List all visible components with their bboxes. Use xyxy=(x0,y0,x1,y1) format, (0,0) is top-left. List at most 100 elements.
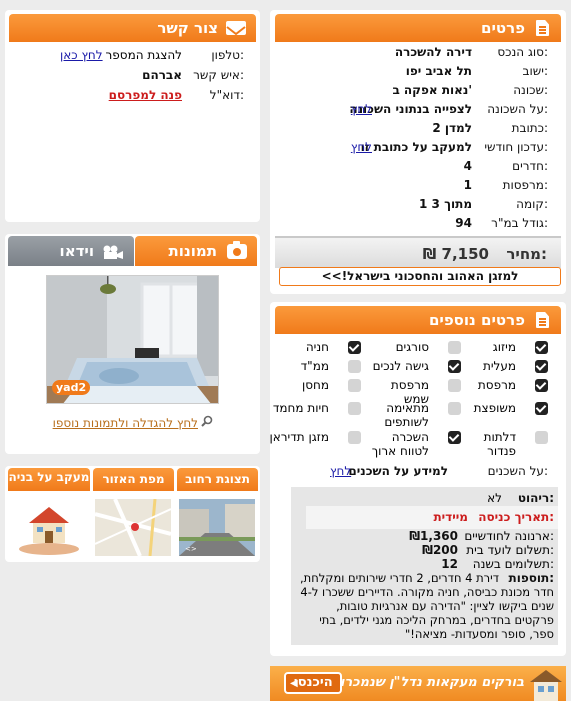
construction-tracking-thumbnail[interactable] xyxy=(11,499,87,556)
feature-checkbox[interactable] xyxy=(535,431,548,444)
furniture-label: ריהוט: xyxy=(517,491,554,505)
tenants-label: על השכנים: xyxy=(487,464,548,478)
entry-date-value: מיידית xyxy=(433,510,468,524)
photo-thumbnail[interactable]: yad2 xyxy=(46,275,219,404)
detail-label: שכונה: xyxy=(513,83,548,97)
detail-link[interactable]: לחץ xyxy=(351,102,372,116)
furniture-value: לא xyxy=(487,491,502,505)
detail-label: גודל במ"ר: xyxy=(491,216,548,230)
detail-value: 1 xyxy=(463,178,472,192)
more-details-title: פרטים נוספים xyxy=(428,311,525,329)
promo-link[interactable]: למזגן האהוב והחסכוני בישראל!>> xyxy=(279,267,561,286)
detail-label: סוג הנכס: xyxy=(497,45,548,59)
tab-photos-label[interactable]: תמונות xyxy=(169,242,217,260)
email-label: דוא"ל: xyxy=(209,88,244,102)
feature-label: חניה xyxy=(305,340,329,354)
tab-street-view[interactable]: תצוגת רחוב xyxy=(177,468,258,491)
feature-label: חיות מחמד xyxy=(272,401,329,415)
chevron-left-icon: ◀ xyxy=(290,678,298,689)
feature-checkbox[interactable] xyxy=(535,360,548,373)
tab-video-label[interactable]: וידאו xyxy=(60,242,94,260)
payments-label: תשלומים בשנה: xyxy=(472,557,554,571)
camera-icon xyxy=(227,241,247,259)
feature-checkbox[interactable] xyxy=(448,431,461,444)
feature-checkbox[interactable] xyxy=(348,341,361,354)
tab-video[interactable]: וידאו xyxy=(8,236,134,266)
detail-value: נאות אפקה ב' xyxy=(392,83,472,97)
feature-checkbox[interactable] xyxy=(348,431,361,444)
detail-value: 1 מתוך 3 xyxy=(419,197,472,211)
detail-label: ישוב: xyxy=(522,64,548,78)
tab-area-map[interactable]: מפת האזור xyxy=(93,468,174,491)
arnona-label: ארנונה לחודשיים: xyxy=(464,529,554,543)
promo-link-text[interactable]: למזגן האהוב והחסכוני בישראל!>> xyxy=(322,268,519,285)
detail-label: על השכונה: xyxy=(487,102,548,116)
detail-value: 4 xyxy=(463,159,472,173)
feature-checkbox[interactable] xyxy=(448,341,461,354)
detail-label: כתובת: xyxy=(511,121,548,135)
feature-checkbox[interactable] xyxy=(348,379,361,392)
tenants-link[interactable]: לחץ xyxy=(330,464,351,478)
extra-info-box: ריהוט: לא תאריך כניסה: מיידית ארנונה לחו… xyxy=(291,487,558,645)
payments-value: 12 xyxy=(441,557,458,571)
entry-date-label: תאריך כניסה: xyxy=(478,510,554,524)
house-icon xyxy=(528,668,564,701)
phone-text: להצגת המספר xyxy=(105,48,182,62)
price-label: מחיר: xyxy=(506,245,547,263)
tab-photos[interactable]: תמונות xyxy=(135,236,257,266)
detail-value: תל אביב יפו xyxy=(405,64,472,78)
details-panel: פרטים סוג הנכס: דירה להשכרה ישוב: תל אביב י… xyxy=(270,10,566,294)
feature-label: מתאימה לשותפים xyxy=(384,401,429,429)
contact-panel: צור קשר טלפון: להצגת המספר לחץ כאן איש ק… xyxy=(5,10,260,222)
feature-checkbox[interactable] xyxy=(535,341,548,354)
media-panel: תמונות וידאו yad2 לחץ להגדלה ולתמונות נו… xyxy=(5,234,260,454)
arnona-value: ₪1,360 xyxy=(409,529,458,543)
promo-banner[interactable]: בורקים מעקאות נדל"ן שנמכרו בשכונה היכנסו… xyxy=(270,666,566,701)
street-view-thumbnail[interactable]: <> xyxy=(179,499,255,556)
feature-label: ממ"ד xyxy=(300,359,329,373)
feature-checkbox[interactable] xyxy=(535,402,548,415)
feature-label: סורגים xyxy=(395,340,429,354)
contact-title: צור קשר xyxy=(157,19,218,37)
tab-area-map-label[interactable]: מפת האזור xyxy=(102,472,164,486)
feature-checkbox[interactable] xyxy=(448,379,461,392)
phone-label: טלפון: xyxy=(211,48,244,62)
svg-text:<>: <> xyxy=(185,545,197,553)
banner-enter-label[interactable]: היכנסו xyxy=(293,675,332,690)
phone-reveal-link[interactable]: לחץ כאן xyxy=(60,48,103,62)
contact-header: צור קשר xyxy=(9,14,256,42)
enlarge-photos-link[interactable]: לחץ להגדלה ולתמונות נוספו xyxy=(53,416,198,430)
email-contact-link[interactable]: פנה למפרסם xyxy=(109,88,182,102)
detail-value: 94 xyxy=(455,216,472,230)
details-header: פרטים xyxy=(275,14,561,42)
more-details-panel: פרטים נוספים מיזוג סורגים חניה מעלית גישה לנ… xyxy=(269,302,566,656)
detail-value: דירה להשכרה xyxy=(394,45,472,59)
feature-label: השכרה לטווח ארוך xyxy=(371,430,429,458)
tab-street-view-label[interactable]: תצוגת רחוב xyxy=(185,472,250,486)
area-map-thumbnail[interactable] xyxy=(95,499,171,556)
feature-label: דלתות פנדור xyxy=(483,430,516,458)
detail-link[interactable]: לחץ xyxy=(351,140,372,154)
feature-checkbox[interactable] xyxy=(448,360,461,373)
detail-label: קומה: xyxy=(516,197,548,211)
feature-checkbox[interactable] xyxy=(348,360,361,373)
envelope-icon xyxy=(226,21,246,36)
video-camera-icon xyxy=(102,245,124,259)
detail-value: למדן 2 xyxy=(432,121,472,135)
document-icon xyxy=(536,312,549,328)
magnifier-icon[interactable] xyxy=(201,415,213,427)
document-icon xyxy=(536,20,549,36)
feature-label: מחסן xyxy=(301,378,329,392)
tab-construction-tracking[interactable]: מעקב על בניה xyxy=(8,468,90,491)
feature-label: משופצת xyxy=(473,401,516,415)
detail-value: למעקב על כתובת זו xyxy=(360,140,472,154)
feature-checkbox[interactable] xyxy=(448,402,461,415)
feature-label: מרפסת xyxy=(477,378,516,392)
feature-checkbox[interactable] xyxy=(535,379,548,392)
feature-label: מעלית xyxy=(482,359,516,373)
detail-label: עדכון חודשי: xyxy=(484,140,548,154)
tab-construction-tracking-label[interactable]: מעקב על בניה xyxy=(9,470,90,484)
details-title: פרטים xyxy=(481,19,525,37)
more-details-header: פרטים נוספים xyxy=(275,306,561,334)
feature-checkbox[interactable] xyxy=(348,402,361,415)
